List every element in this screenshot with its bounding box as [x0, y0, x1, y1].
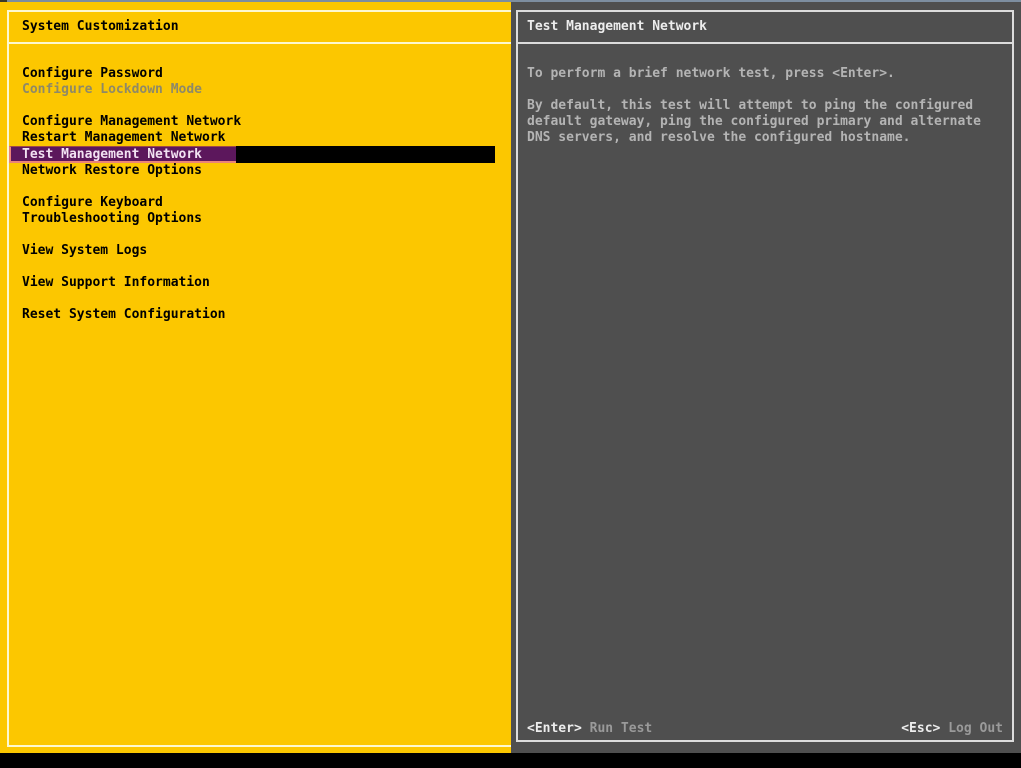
menu-item-reset-system-configuration[interactable]: Reset System Configuration — [9, 307, 511, 323]
detail-panel-title: Test Management Network — [518, 12, 1012, 44]
body-line: To perform a brief network test, press <… — [527, 66, 1012, 82]
menu-item-configure-management-network[interactable]: Configure Management Network — [9, 114, 511, 130]
detail-panel: Test Management Network To perform a bri… — [511, 2, 1021, 753]
menu-item-configure-password[interactable]: Configure Password — [9, 66, 511, 82]
body-line: DNS servers, and resolve the configured … — [527, 130, 1012, 146]
menu-item-label: Restart Management Network — [22, 130, 226, 145]
body-line: By default, this test will attempt to pi… — [527, 98, 1012, 114]
left-panel-title: System Customization — [9, 12, 511, 44]
menu-item-label: View Support Information — [22, 275, 210, 290]
body-line: default gateway, ping the configured pri… — [527, 114, 1012, 130]
esc-key-hint: <Esc> — [901, 721, 940, 736]
enter-key-hint: <Enter> — [527, 721, 582, 736]
menu-item-restart-management-network[interactable]: Restart Management Network — [9, 130, 511, 146]
log-out-label: Log Out — [948, 721, 1003, 736]
menu-item-test-management-network[interactable]: Test Management Network — [9, 146, 495, 163]
menu-item-label: Configure Keyboard — [22, 195, 163, 210]
main-menu: Configure Password Configure Lockdown Mo… — [9, 66, 511, 323]
menu-item-configure-lockdown-mode: Configure Lockdown Mode — [9, 82, 511, 98]
menu-item-label: Configure Management Network — [22, 114, 241, 129]
menu-item-configure-keyboard[interactable]: Configure Keyboard — [9, 195, 511, 211]
menu-spacer — [9, 259, 511, 275]
run-test-hint: <Enter> Run Test — [527, 721, 652, 737]
menu-item-label: Configure Password — [22, 66, 163, 81]
menu-item-label: View System Logs — [22, 243, 147, 258]
system-customization-panel: System Customization Configure Password … — [0, 2, 511, 753]
menu-item-troubleshooting-options[interactable]: Troubleshooting Options — [9, 211, 511, 227]
selected-menu-item-highlight: Test Management Network — [9, 146, 236, 163]
menu-item-view-support-information[interactable]: View Support Information — [9, 275, 511, 291]
esxi-dcui-screen: System Customization Configure Password … — [0, 0, 1021, 768]
menu-spacer — [9, 227, 511, 243]
version-status-bar: VMware ESXi 8.0.2 (VMKernel Release Buil… — [0, 753, 1021, 768]
menu-spacer — [9, 179, 511, 195]
log-out-hint: <Esc> Log Out — [901, 721, 1003, 737]
menu-item-label: Troubleshooting Options — [22, 211, 202, 226]
detail-panel-body: To perform a brief network test, press <… — [518, 66, 1012, 146]
menu-spacer — [9, 98, 511, 114]
menu-item-label: Reset System Configuration — [22, 307, 226, 322]
system-customization-inner-frame: System Customization Configure Password … — [7, 10, 511, 747]
menu-item-view-system-logs[interactable]: View System Logs — [9, 243, 511, 259]
run-test-label: Run Test — [590, 721, 653, 736]
hotkey-footer: <Enter> Run Test <Esc> Log Out — [527, 721, 1003, 737]
menu-spacer — [9, 291, 511, 307]
body-line-spacer — [527, 82, 1012, 98]
detail-panel-inner-frame: Test Management Network To perform a bri… — [516, 10, 1014, 742]
menu-item-label: Configure Lockdown Mode — [22, 82, 202, 97]
